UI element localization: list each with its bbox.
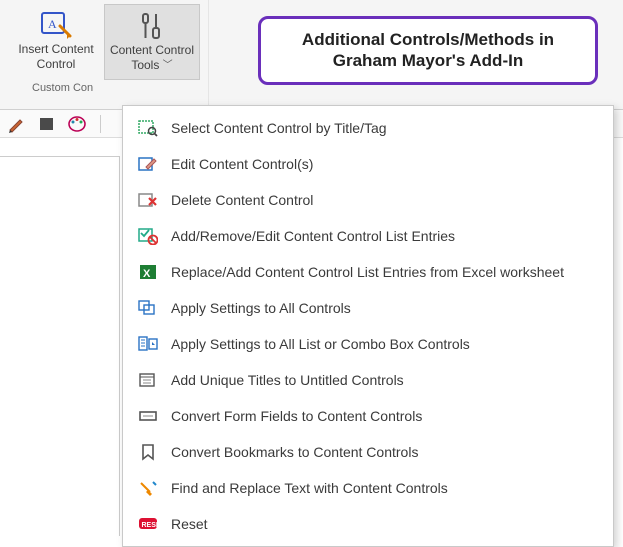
unique-titles-icon <box>137 370 159 390</box>
content-control-tools-icon <box>137 9 167 43</box>
menu-item-unique-titles[interactable]: Add Unique Titles to Untitled Controls <box>123 362 613 398</box>
menu-item-reset[interactable]: RESET Reset <box>123 506 613 542</box>
convert-form-icon <box>137 406 159 426</box>
menu-item-label: Apply Settings to All Controls <box>171 300 351 316</box>
separator <box>100 115 101 133</box>
menu-item-label: Convert Form Fields to Content Controls <box>171 408 422 424</box>
ribbon-button-label: Content Control Tools ﹀ <box>109 43 195 77</box>
reset-icon: RESET <box>137 514 159 534</box>
menu-item-select-by-title[interactable]: Select Content Control by Title/Tag <box>123 110 613 146</box>
svg-text:RESET: RESET <box>142 522 159 529</box>
menu-item-label: Delete Content Control <box>171 192 313 208</box>
ribbon-button-label: Insert Content Control <box>12 42 100 76</box>
content-control-tools-menu: Select Content Control by Title/Tag Edit… <box>122 105 614 547</box>
chevron-down-icon: ﹀ <box>163 60 173 73</box>
menu-item-label: Reset <box>171 516 208 532</box>
menu-item-label: Convert Bookmarks to Content Controls <box>171 444 418 460</box>
ribbon-button-label-text: Content Control Tools <box>110 43 194 72</box>
menu-item-label: Find and Replace Text with Content Contr… <box>171 480 448 496</box>
callout-text: Additional Controls/Methods in Graham Ma… <box>302 30 554 70</box>
ribbon: A Insert Content Control <box>0 0 623 110</box>
menu-item-edit-cc[interactable]: Edit Content Control(s) <box>123 146 613 182</box>
document-page <box>0 156 120 536</box>
menu-item-excel-entries[interactable]: X Replace/Add Content Control List Entri… <box>123 254 613 290</box>
tool-pen-icon[interactable] <box>8 115 26 133</box>
content-control-tools-button[interactable]: Content Control Tools ﹀ <box>104 4 200 80</box>
insert-content-control-icon: A <box>40 8 72 42</box>
tool-palette-icon[interactable] <box>68 115 88 133</box>
menu-item-delete-cc[interactable]: Delete Content Control <box>123 182 613 218</box>
find-replace-icon <box>137 478 159 498</box>
menu-item-convert-form[interactable]: Convert Form Fields to Content Controls <box>123 398 613 434</box>
insert-content-control-button[interactable]: A Insert Content Control <box>8 4 104 80</box>
excel-icon: X <box>137 262 159 282</box>
svg-text:A: A <box>48 17 57 31</box>
menu-item-label: Edit Content Control(s) <box>171 156 313 172</box>
menu-item-list-entries[interactable]: Add/Remove/Edit Content Control List Ent… <box>123 218 613 254</box>
svg-text:X: X <box>143 268 151 280</box>
ribbon-group-custom-controls: A Insert Content Control <box>0 0 209 109</box>
tool-square-icon[interactable] <box>38 115 56 133</box>
list-entries-icon <box>137 226 159 246</box>
menu-item-label: Select Content Control by Title/Tag <box>171 120 387 136</box>
delete-cc-icon <box>137 190 159 210</box>
apply-all-icon <box>137 298 159 318</box>
menu-item-apply-list[interactable]: Apply Settings to All List or Combo Box … <box>123 326 613 362</box>
menu-item-label: Add Unique Titles to Untitled Controls <box>171 372 404 388</box>
apply-list-icon <box>137 334 159 354</box>
menu-item-apply-all[interactable]: Apply Settings to All Controls <box>123 290 613 326</box>
menu-item-find-replace[interactable]: Find and Replace Text with Content Contr… <box>123 470 613 506</box>
menu-item-label: Replace/Add Content Control List Entries… <box>171 264 564 280</box>
edit-cc-icon <box>137 154 159 174</box>
callout-note: Additional Controls/Methods in Graham Ma… <box>258 16 598 85</box>
convert-bookmark-icon <box>137 442 159 462</box>
ribbon-group-label: Custom Con <box>8 80 97 96</box>
select-cc-icon <box>137 118 159 138</box>
menu-item-label: Add/Remove/Edit Content Control List Ent… <box>171 228 455 244</box>
menu-item-label: Apply Settings to All List or Combo Box … <box>171 336 470 352</box>
menu-item-convert-bookmark[interactable]: Convert Bookmarks to Content Controls <box>123 434 613 470</box>
